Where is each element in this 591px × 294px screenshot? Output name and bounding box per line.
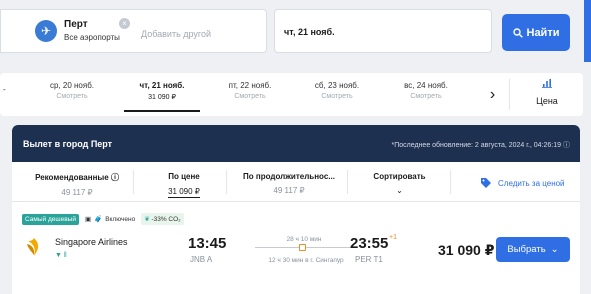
flight-price: 31 090 ₽ [438, 242, 495, 258]
stopover-info: 12 ч 30 мин в г. Сингапур [268, 257, 344, 264]
luggage-icon: 🧳 [94, 216, 103, 223]
date-option-selected[interactable]: чт, 21 нояб. 31 090 ₽ [120, 73, 204, 116]
results-header: Вылет в город Перт *Последнее обновление… [12, 125, 580, 162]
chevron-right-icon: › [489, 85, 496, 103]
leaf-icon: ❦ [144, 216, 150, 223]
date-option[interactable]: вс, 24 нояб. Смотреть [384, 73, 468, 116]
bag-icon: ▣ [84, 216, 92, 223]
chevron-down-icon: ⌄ [396, 186, 403, 195]
date-value: чт, 21 нояб. [284, 27, 335, 37]
sort-recommended-value: 49 117 ₽ [61, 188, 93, 197]
date-option[interactable]: пт, 22 нояб. Смотреть [208, 73, 292, 116]
date-option-date: пт, 22 нояб. [228, 81, 272, 90]
plane-icon: ✈ [35, 20, 57, 42]
date-option-price: Смотреть [234, 93, 266, 100]
arrival-time: 23:55 [350, 235, 389, 252]
add-destination-link[interactable]: Добавить другой [141, 29, 211, 39]
co2-label: -33% CO₂ [151, 216, 181, 223]
included-label: Включено [105, 215, 136, 223]
select-button[interactable]: Выбрать ⌄ [496, 237, 570, 262]
search-bar: ✈ Перт Все аэропорты × Добавить другой ч… [0, 0, 591, 62]
chevron-down-icon: ⌄ [550, 244, 559, 255]
last-update: *Последнее обновление: 2 августа, 2024 г… [392, 140, 571, 150]
bar-chart-icon [522, 79, 572, 90]
wifi-icon: ▼ [55, 252, 62, 259]
sort-duration-label: По продолжительнос... [243, 172, 335, 181]
date-option-date: ср, 20 нояб. [49, 81, 95, 90]
airline-logo-icon [27, 238, 39, 256]
search-button-label: Найти [526, 26, 560, 39]
sort-recommended-label: Рекомендованные [35, 173, 109, 182]
departure-time: 13:45 [188, 235, 227, 252]
amenities: ▼ ǁ [55, 252, 67, 259]
divider [226, 170, 227, 194]
date-option[interactable]: сб, 23 нояб. Смотреть [295, 73, 379, 116]
cheapest-badge: Самый дешевый [22, 213, 79, 225]
divider [347, 170, 348, 194]
flight-duration: 28 ч 10 мин [286, 236, 322, 243]
clear-icon[interactable]: × [119, 18, 130, 29]
date-option-price: Смотреть [321, 93, 353, 100]
edge-strip [584, 0, 591, 62]
price-chart-toggle[interactable]: Цена [522, 79, 572, 111]
sort-dropdown-label: Сортировать [373, 172, 426, 181]
sort-price[interactable]: По цене 31 090 ₽ [144, 172, 224, 199]
baggage-badge: ▣ 🧳 Включено [84, 215, 136, 224]
search-button[interactable]: Найти [502, 14, 570, 51]
destination-field[interactable]: ✈ Перт Все аэропорты × Добавить другой [0, 9, 267, 53]
results-title: Вылет в город Перт [23, 139, 113, 149]
date-option-date: чт, 21 нояб. [139, 81, 185, 90]
divider [133, 170, 134, 194]
date-option-price: Смотреть [56, 93, 88, 100]
flight-badges: Самый дешевый ▣ 🧳 Включено ❦ -33% CO₂ [22, 213, 184, 225]
arrival-day-offset: +1 [389, 234, 397, 241]
destination-city: Перт [64, 19, 88, 30]
tag-icon [481, 178, 491, 188]
date-strip: - ср, 20 нояб. Смотреть чт, 21 нояб. 31 … [0, 73, 583, 116]
track-price-button[interactable]: Следить за ценой [480, 177, 565, 189]
divider [450, 170, 451, 194]
price-toggle-label: Цена [536, 96, 558, 106]
date-option[interactable]: ср, 20 нояб. Смотреть [30, 73, 114, 116]
sort-price-label: По цене [168, 172, 200, 181]
sort-row: Рекомендованные ⓘ 49 117 ₽ По цене 31 09… [12, 162, 580, 202]
airline-name: Singapore Airlines [55, 237, 128, 247]
prev-indicator: - [3, 85, 6, 94]
results-card: Вылет в город Перт *Последнее обновление… [12, 125, 580, 294]
date-field[interactable]: чт, 21 нояб. [274, 9, 492, 53]
track-price-label: Следить за ценой [498, 178, 565, 188]
info-icon[interactable]: ⓘ [563, 142, 570, 149]
next-dates-button[interactable]: › [476, 79, 510, 110]
sort-recommended[interactable]: Рекомендованные ⓘ 49 117 ₽ [22, 172, 132, 197]
date-option-date: сб, 23 нояб. [314, 81, 360, 90]
date-option-price: 31 090 ₽ [148, 94, 176, 101]
date-option-date: вс, 24 нояб. [404, 81, 448, 90]
sort-price-value: 31 090 ₽ [168, 187, 200, 198]
destination-airports: Все аэропорты [64, 33, 120, 42]
departure-airport: JNB A [190, 255, 213, 264]
sort-duration[interactable]: По продолжительнос... 49 117 ₽ [234, 172, 344, 195]
search-icon [512, 27, 523, 38]
info-icon: ⓘ [110, 173, 119, 182]
last-update-text: *Последнее обновление: 2 августа, 2024 г… [391, 142, 562, 149]
sort-dropdown[interactable]: Сортировать ⌄ [357, 172, 442, 195]
date-option-price: Смотреть [410, 93, 442, 100]
meal-icon: ǁ [63, 252, 67, 259]
sort-duration-value: 49 117 ₽ [273, 186, 305, 195]
stopover-marker [299, 244, 306, 251]
arrival-airport: PER T1 [355, 255, 383, 264]
select-button-label: Выбрать [507, 244, 546, 255]
co2-badge: ❦ -33% CO₂ [141, 213, 184, 225]
